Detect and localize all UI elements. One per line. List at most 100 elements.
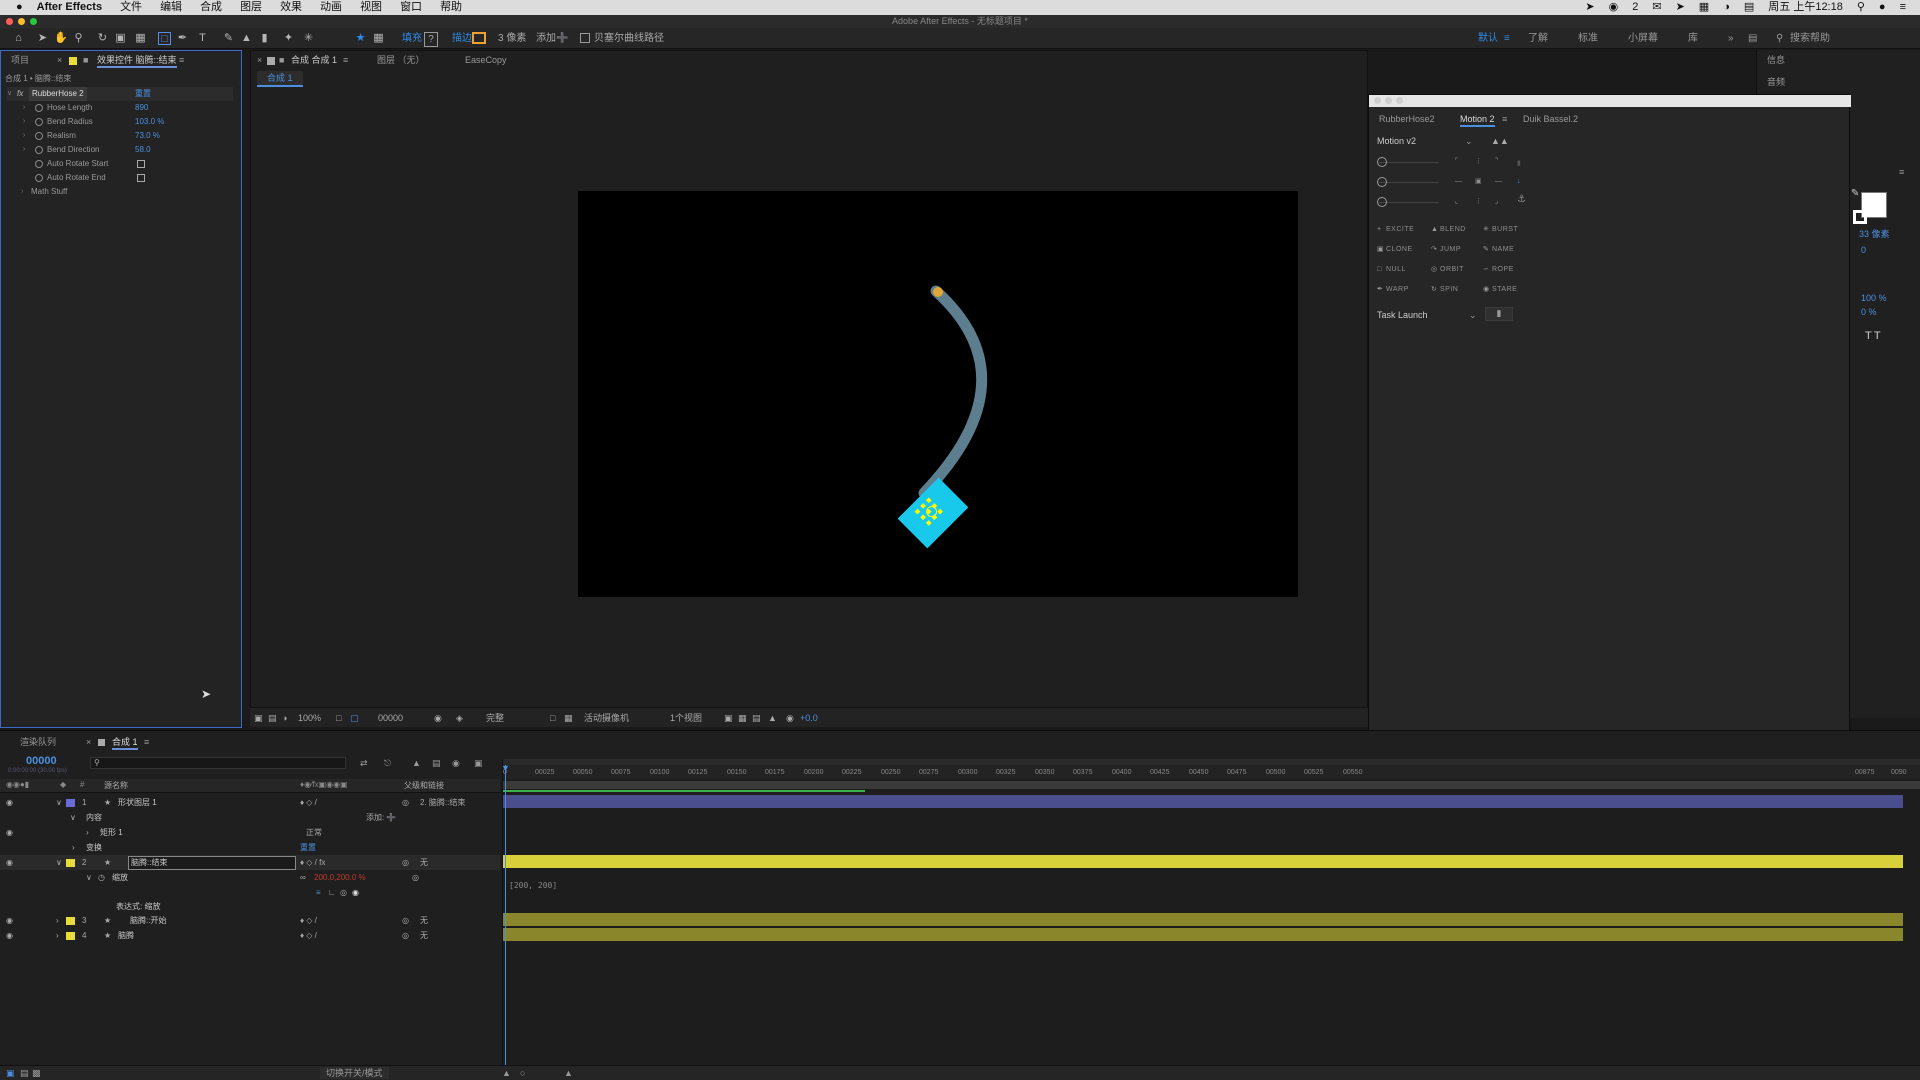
auto-rotate-start-checkbox[interactable] bbox=[137, 160, 145, 168]
prop-realism[interactable]: › Realism 73.0 % bbox=[7, 129, 237, 143]
safe-area-icon[interactable]: ▢ bbox=[350, 712, 359, 724]
expression-row[interactable]: ≡ ∟ ◎ ◉ bbox=[0, 885, 500, 900]
grid-toggle-icon[interactable]: ▦ bbox=[372, 32, 385, 45]
current-timecode[interactable]: 00000 bbox=[26, 755, 57, 767]
layer-row-3[interactable]: ◉ › 3 ★ 脑腾::开始 ♦ ◇ / ◎ 无 bbox=[0, 913, 500, 928]
panel-menu-icon[interactable]: ≡ bbox=[144, 736, 149, 748]
parent-pickwhip-icon[interactable]: ◎ bbox=[402, 795, 409, 810]
input-method-icon[interactable]: ▤ bbox=[1744, 0, 1754, 15]
tab-layer[interactable]: 图层 （无） bbox=[377, 54, 425, 66]
star-toggle-icon[interactable]: ★ bbox=[354, 32, 367, 45]
delete-button[interactable]: ▮ bbox=[1485, 307, 1513, 321]
menu-animation[interactable]: 动画 bbox=[320, 0, 342, 15]
minimize-window-button[interactable] bbox=[1385, 97, 1392, 104]
exposure-value[interactable]: +0.0 bbox=[800, 712, 818, 724]
parent-pickwhip-icon[interactable]: ◎ bbox=[402, 913, 409, 928]
tab-rubberhose2[interactable]: RubberHose2 bbox=[1379, 113, 1435, 125]
chevron-right-icon[interactable]: › bbox=[23, 101, 25, 115]
slider-3[interactable] bbox=[1379, 202, 1439, 203]
menu-edit[interactable]: 编辑 bbox=[160, 0, 182, 15]
rope-button[interactable]: ∽ ROPE bbox=[1483, 265, 1514, 275]
zoom-window-button[interactable] bbox=[30, 18, 37, 25]
layer-search-input[interactable]: ⚲ bbox=[90, 757, 346, 769]
workspace-small-screen[interactable]: 小屏幕 bbox=[1628, 32, 1658, 45]
jump-button[interactable]: ↷ JUMP bbox=[1431, 245, 1461, 255]
anchor-pin-icon[interactable]: ↓ bbox=[1517, 177, 1521, 187]
menu-help[interactable]: 帮助 bbox=[440, 0, 462, 15]
stroke-color-swatch[interactable] bbox=[1853, 210, 1867, 224]
render-time-icon[interactable]: ▣ bbox=[6, 1067, 15, 1079]
tab-render-queue[interactable]: 渲染队列 bbox=[20, 736, 56, 748]
mail-icon[interactable]: ✉ bbox=[1652, 0, 1661, 15]
anchor-br-icon[interactable]: ⌟ bbox=[1495, 197, 1499, 207]
grid-icon[interactable]: ▦ bbox=[1699, 0, 1709, 15]
chevron-right-icon[interactable]: › bbox=[21, 185, 23, 199]
tab-info[interactable]: 信息 bbox=[1767, 54, 1785, 66]
layer-switches[interactable]: ♦ ◇ / bbox=[300, 795, 317, 810]
notification-badge[interactable]: 2 bbox=[1632, 0, 1638, 15]
tab-comp-1[interactable]: 合成 1 bbox=[112, 736, 138, 750]
reset-link[interactable]: 重置 bbox=[135, 87, 151, 101]
flow-icon[interactable]: ▤ bbox=[20, 1067, 29, 1079]
effect-header[interactable]: ∨ fx RubberHose 2 重置 bbox=[7, 87, 233, 101]
prop-bend-direction[interactable]: › Bend Direction 58.0 bbox=[7, 143, 237, 157]
eyedropper-icon[interactable]: ✎ bbox=[1851, 188, 1859, 199]
expression-toggle-icon[interactable]: ≡ bbox=[316, 885, 321, 900]
layer-bar-4[interactable] bbox=[503, 928, 1903, 941]
property-rectangle[interactable]: ◉ › 矩形 1 正常 bbox=[0, 825, 500, 840]
label-color[interactable] bbox=[66, 917, 75, 925]
close-tab-icon[interactable]: × bbox=[57, 54, 62, 66]
resolution-dropdown[interactable]: 完整 bbox=[486, 712, 504, 724]
menu-window[interactable]: 窗口 bbox=[400, 0, 422, 15]
color-channel-icon[interactable]: ◈ bbox=[456, 712, 463, 724]
add-label[interactable]: 添加 bbox=[536, 32, 556, 45]
stopwatch-icon[interactable] bbox=[35, 104, 43, 112]
parent-dropdown[interactable]: 无 bbox=[420, 913, 428, 928]
zoom-window-button[interactable] bbox=[1396, 97, 1403, 104]
tab-duik-bassel[interactable]: Duik Bassel.2 bbox=[1523, 113, 1578, 125]
property-scale[interactable]: ∨ ◷ 缩放 ∞ 200.0,200.0 % ◎ bbox=[0, 870, 500, 885]
layer-row-1[interactable]: ◉ ∨ 1 ★ 形状图层 1 ♦ ◇ / ◎ 2. 脑腾::结束 bbox=[0, 795, 500, 810]
chevron-right-icon[interactable]: › bbox=[56, 913, 59, 928]
location-icon[interactable]: ➤ bbox=[1585, 0, 1594, 15]
hand-tool-icon[interactable]: ✋ bbox=[54, 32, 68, 45]
playhead[interactable] bbox=[505, 765, 506, 1065]
close-tab-icon[interactable]: × bbox=[257, 54, 262, 66]
type-tool-icon[interactable]: T bbox=[196, 32, 209, 45]
panel-menu-icon[interactable]: ≡ bbox=[1899, 166, 1904, 178]
burst-button[interactable]: ✳ BURST bbox=[1483, 225, 1518, 235]
group-math-stuff[interactable]: › Math Stuff bbox=[7, 185, 237, 199]
tab-composition[interactable]: 合成 合成 1 bbox=[291, 54, 337, 66]
expand-arrow-icon[interactable]: ∨ bbox=[56, 855, 62, 870]
layer-bar-2[interactable] bbox=[503, 855, 1903, 868]
clone-stamp-tool-icon[interactable]: ▲ bbox=[240, 32, 253, 45]
parent-header[interactable]: 父级和链接 bbox=[404, 780, 444, 791]
eraser-tool-icon[interactable]: ▮ bbox=[258, 32, 271, 45]
add-label[interactable]: 添加: bbox=[366, 810, 384, 825]
chevron-down-icon[interactable]: ⌄ bbox=[1465, 135, 1473, 147]
workspace-library[interactable]: 库 bbox=[1688, 32, 1698, 45]
shy-icon[interactable]: ▲ bbox=[412, 757, 421, 769]
workspace-menu-icon[interactable]: ≡ bbox=[1504, 32, 1510, 45]
menu-effect[interactable]: 效果 bbox=[280, 0, 302, 15]
expand-arrow-icon[interactable]: ∨ bbox=[7, 87, 12, 101]
home-icon[interactable]: ⌂ bbox=[12, 32, 25, 45]
brush-tool-icon[interactable]: ✎ bbox=[222, 32, 235, 45]
layer-bar-3[interactable] bbox=[503, 913, 1903, 926]
tab-motion2[interactable]: Motion 2 bbox=[1460, 113, 1495, 127]
pan-behind-tool-icon[interactable]: ▦ bbox=[134, 32, 147, 45]
comp-mini-flowchart-icon[interactable]: ⇄ bbox=[360, 757, 368, 769]
panel-menu-icon[interactable]: ≡ bbox=[1502, 113, 1507, 125]
expand-arrow-icon[interactable]: ∨ bbox=[86, 870, 92, 885]
slider-2-knob[interactable] bbox=[1377, 177, 1387, 187]
parent-pickwhip-icon[interactable]: ◎ bbox=[412, 870, 419, 885]
eye-icon[interactable]: ◉ bbox=[6, 855, 13, 870]
layer-row-2[interactable]: ◉ ∨ 2 ★ 脑腾::结束 ♦ ◇ / fx ◎ 无 bbox=[0, 855, 500, 870]
parent-pickwhip-icon[interactable]: ◎ bbox=[402, 855, 409, 870]
add-circle-icon[interactable]: ➕ bbox=[386, 810, 396, 825]
parent-dropdown[interactable]: 无 bbox=[420, 855, 428, 870]
label-color[interactable] bbox=[66, 932, 75, 940]
tracking-value[interactable]: 0 bbox=[1861, 244, 1866, 256]
parent-dropdown[interactable]: 2. 脑腾::结束 bbox=[420, 795, 465, 810]
close-window-button[interactable] bbox=[1374, 97, 1381, 104]
